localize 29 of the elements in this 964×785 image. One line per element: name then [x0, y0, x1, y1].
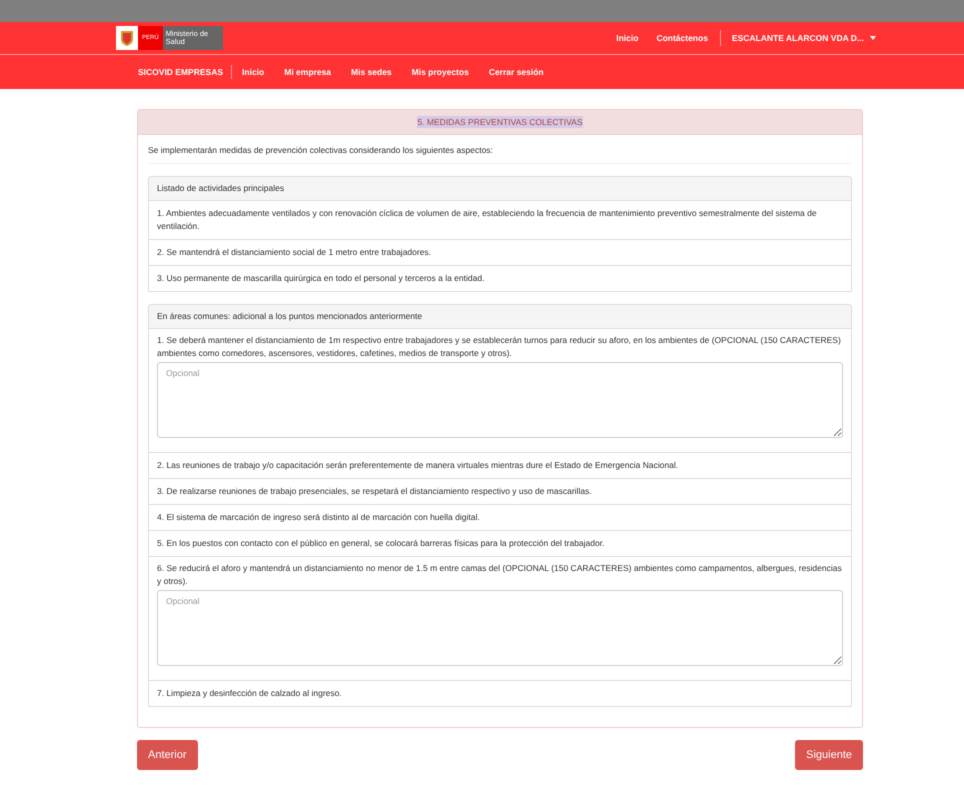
item-text: 6. Se reducirá el aforo y mantendrá un distanciamiento no menor de 1.5 m entre camas del (OPCIONAL (150 CARACTERES) ambientes como campamentos, albergues, residencias y otros).	[157, 562, 843, 588]
group-heading: Listado de actividades principales	[148, 176, 852, 201]
list-item: 1. Ambientes adecuadamente ventilados y con renovación cíclica de volumen de aire, estableciendo la frecuencia de mantenimiento preventivo semestralmente del sistema de ventilación.	[148, 200, 852, 240]
item-text: 1. Se deberá mantener el distanciamiento de 1m respectivo entre trabajadores y se establecerán turnos para reducir su aforo, en los ambientes de (OPCIONAL (150 CARACTERES) ambientes como comedores, ascensores, vestidores, cafetines, medios de transporte y otros).	[157, 334, 842, 360]
list-item: 5. En los puestos con contacto con el público en general, se colocará barreras físicas para la protección del trabajador.	[148, 530, 852, 557]
intro-text: Se implementarán medidas de prevención colectivas considerando los siguientes aspectos:	[148, 144, 852, 164]
list-item: 3. Uso permanente de mascarilla quirúrgica en todo el personal y terceros a la entidad.	[148, 264, 852, 292]
next-button[interactable]: Siguiente	[795, 740, 863, 770]
nav-link[interactable]: Mi empresa	[274, 66, 342, 78]
header-link[interactable]: Inicio	[607, 32, 648, 44]
user-menu[interactable]: ESCALANTE ALARCON VDA D...	[724, 32, 876, 44]
nav-link[interactable]: Inicio	[232, 66, 274, 78]
nav-link[interactable]: Cerrar sesión	[478, 66, 554, 78]
header-link[interactable]: Contáctenos	[647, 32, 717, 44]
list-item: 4. El sistema de marcación de ingreso será distinto al de marcación con huella digital.	[148, 504, 852, 531]
list-item: 2. Las reuniones de trabajo y/o capacitación serán preferentemente de manera virtuales mientras dure el Estado de Emergencia Nacional.	[148, 452, 852, 479]
text-area[interactable]: Opcional	[157, 590, 843, 666]
list-item: 3. De realizarse reuniones de trabajo presenciales, se respetará el distanciamiento respectivo y uso de mascarillas.	[148, 478, 852, 505]
crest-icon	[119, 29, 135, 47]
panel-title: 5. MEDIDAS PREVENTIVAS COLECTIVAS	[417, 116, 582, 128]
list-item: 2. Se mantendrá el distanciamiento social de 1 metro entre trabajadores.	[148, 238, 852, 266]
list-item: 7. Limpieza y desinfección de calzado al ingreso.	[148, 680, 852, 707]
caret-icon	[870, 36, 876, 40]
previous-button[interactable]: Anterior	[137, 740, 198, 770]
nav-link[interactable]: Mis proyectos	[402, 66, 479, 78]
brand-name[interactable]: SICOVID EMPRESAS	[138, 66, 232, 78]
text-area[interactable]: Opcional	[157, 362, 843, 438]
group-heading: En áreas comunes: adicional a los puntos mencionados anteriormente	[148, 304, 852, 329]
nav-link[interactable]: Mis sedes	[341, 66, 402, 78]
